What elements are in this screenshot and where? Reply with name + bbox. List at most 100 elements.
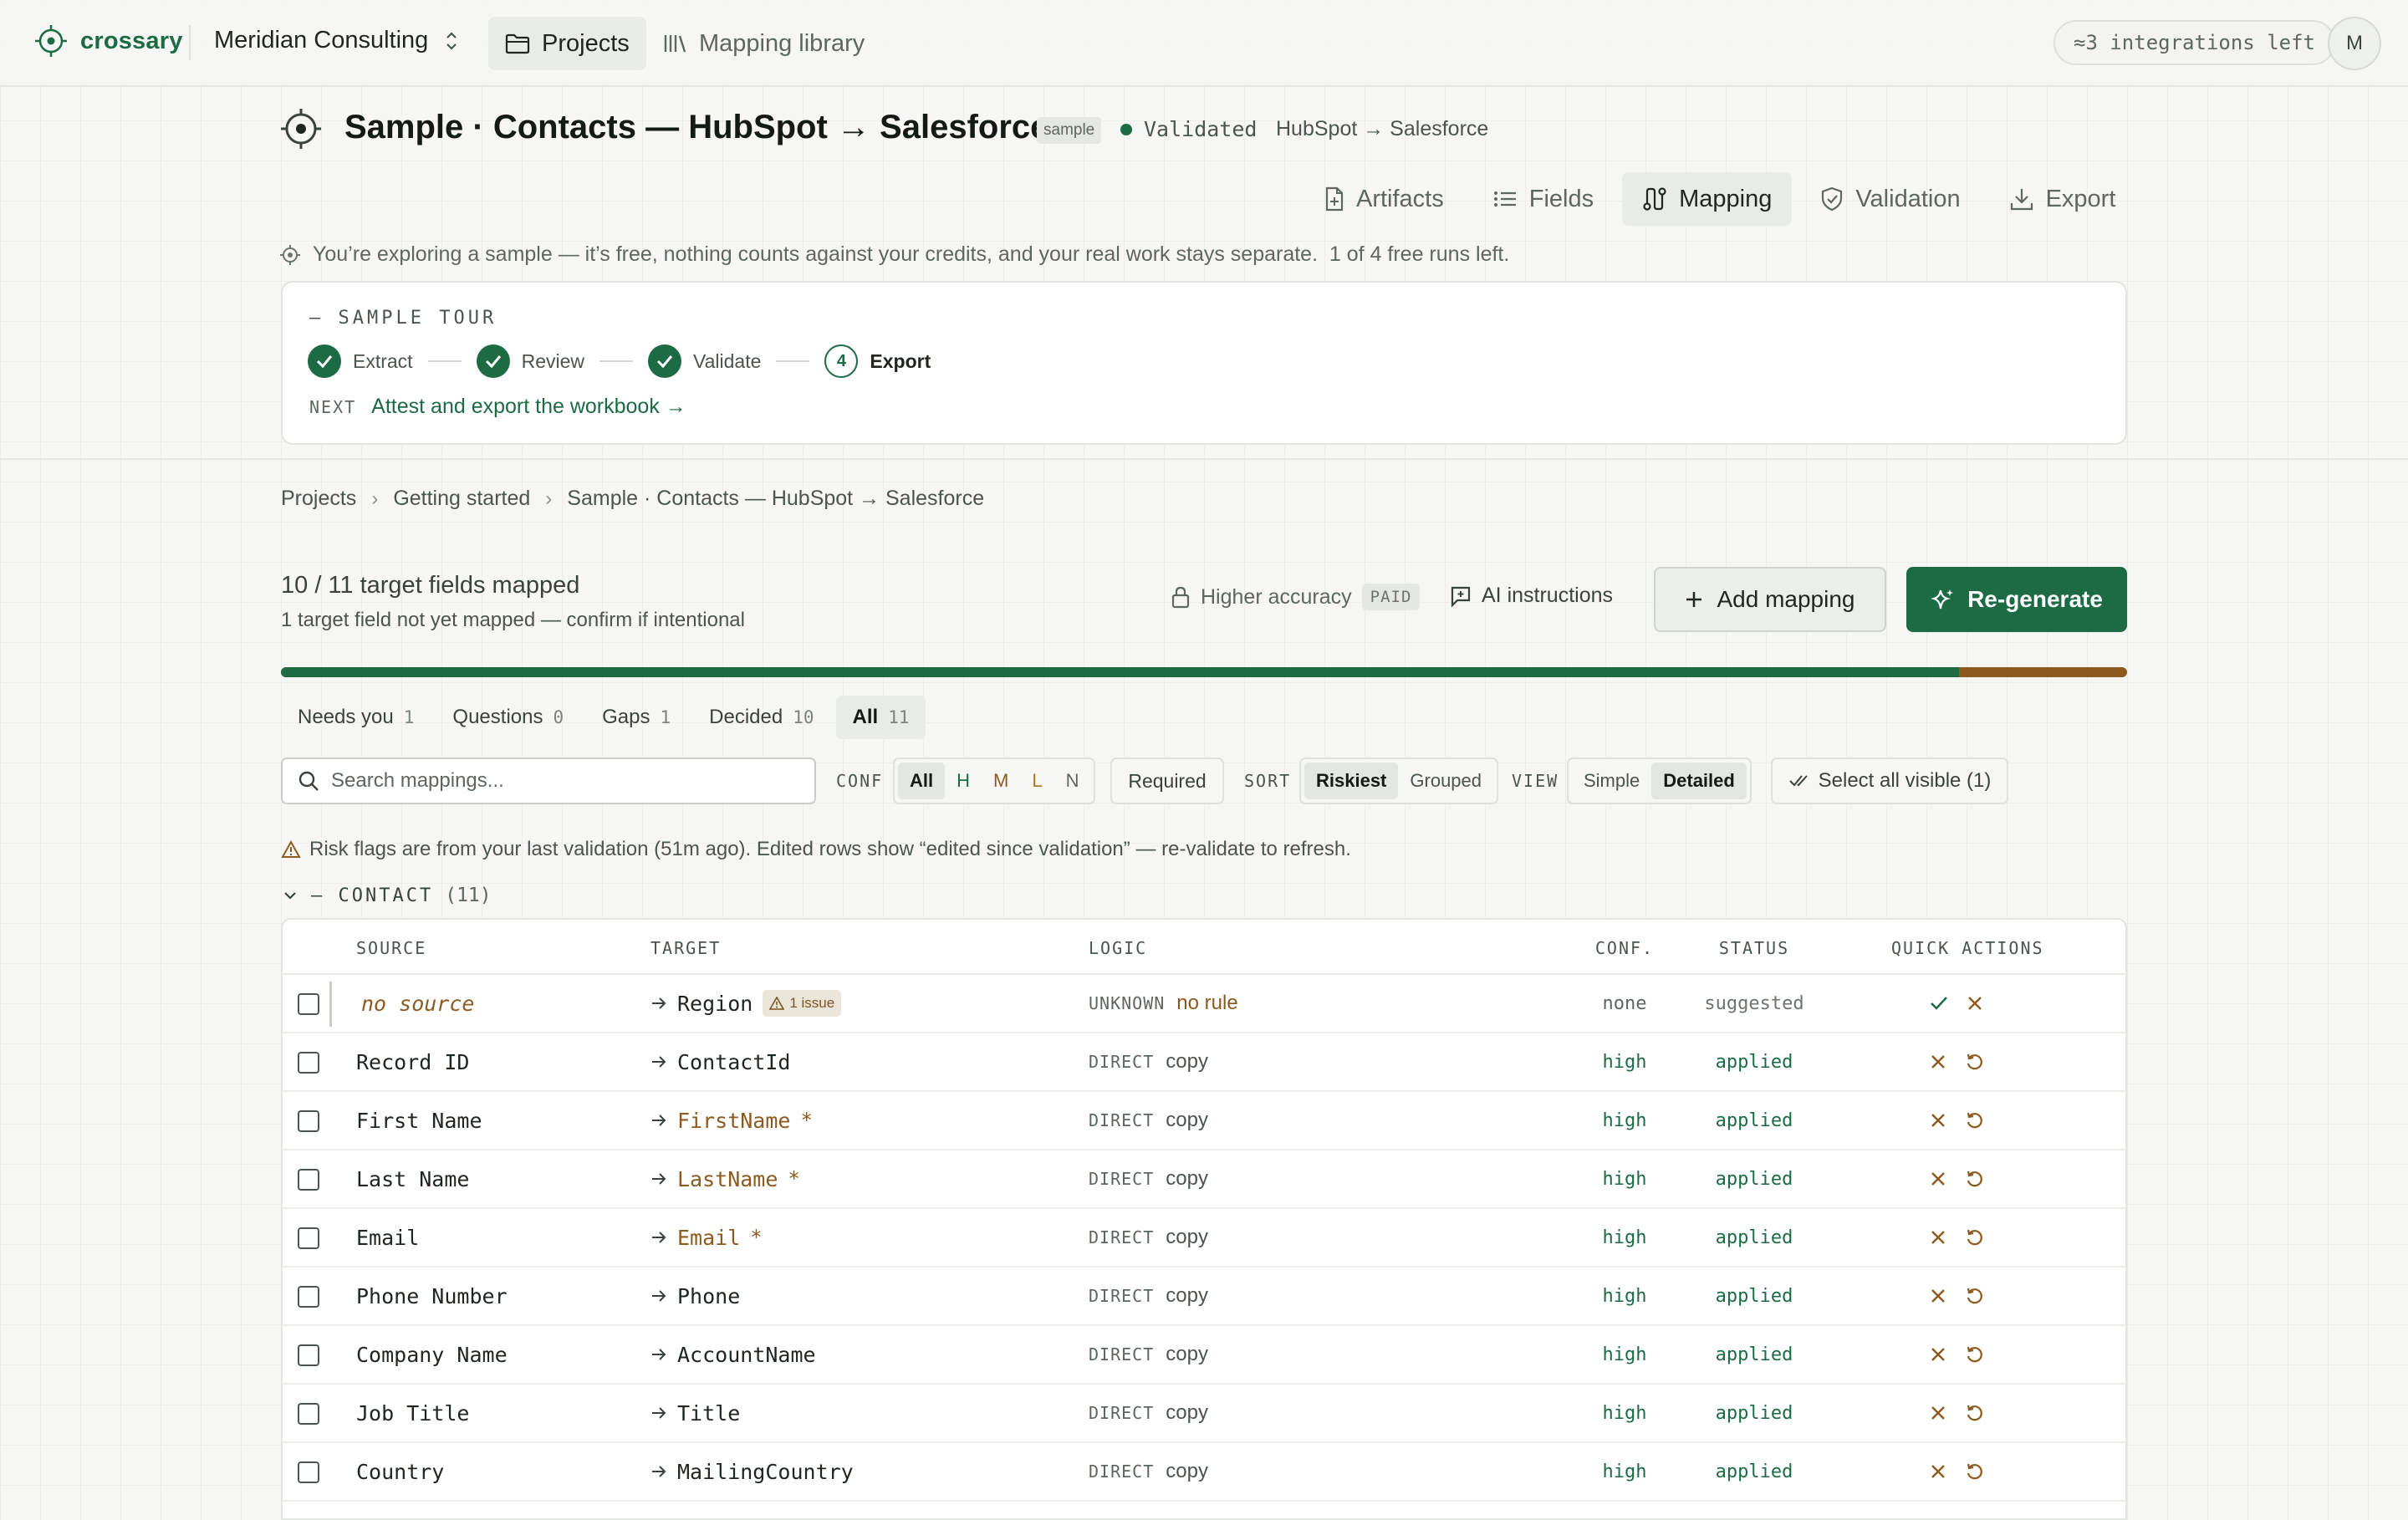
target-field: Region 1 issue [650,975,842,1032]
reject-x-icon[interactable] [1930,1112,1946,1129]
undo-icon[interactable] [1965,1227,1985,1247]
tour-step-review[interactable]: Review [476,344,584,378]
next-step-link[interactable]: Attest and export the workbook → [371,395,686,419]
conf-high[interactable]: H [945,763,982,799]
target-field: AccountName [650,1326,816,1383]
row-checkbox[interactable] [298,1169,319,1191]
undo-icon[interactable] [1965,1461,1985,1482]
filter-all[interactable]: All 11 [835,696,926,739]
undo-icon[interactable] [1965,1403,1985,1423]
source-field: Country [356,1459,445,1484]
status-badge: applied [1715,1227,1793,1248]
tour-step-export[interactable]: 4 Export [824,344,931,378]
arrow-right-icon [650,1288,667,1303]
validation-status: Validated [1120,117,1257,141]
target-field: FirstName * [650,1092,813,1149]
tab-fields[interactable]: Fields [1472,172,1614,226]
filter-label: Decided [709,706,783,728]
breadcrumb-getting-started[interactable]: Getting started [393,487,530,511]
tour-step-validate[interactable]: Validate [648,344,761,378]
reject-x-icon[interactable] [1967,995,1983,1012]
filter-gaps[interactable]: Gaps 1 [585,696,687,739]
logic-op: copy [1166,1050,1208,1073]
reject-x-icon[interactable] [1930,1229,1946,1246]
sort-riskiest[interactable]: Riskiest [1304,763,1399,799]
row-checkbox[interactable] [298,1461,319,1483]
table-row[interactable]: Record ID ContactId DIRECT copy high app… [283,1033,2125,1092]
table-row[interactable]: no source Region 1 issue UNKNOWN no rule… [283,975,2125,1033]
view-simple[interactable]: Simple [1572,763,1651,799]
tab-mapping[interactable]: Mapping [1622,172,1793,226]
row-checkbox[interactable] [298,1110,319,1132]
nav-mapping-library[interactable]: Mapping library [662,17,865,70]
table-row[interactable]: First Name FirstName * DIRECT copy high … [283,1092,2125,1150]
mapped-subtext: 1 target field not yet mapped — confirm … [281,609,745,631]
table-row[interactable]: Last Name LastName * DIRECT copy high ap… [283,1150,2125,1209]
double-check-icon [1788,773,1810,788]
group-header-contact[interactable]: — CONTACT (11) [281,885,492,906]
higher-accuracy-toggle[interactable]: Higher accuracy PAID [1171,584,1421,610]
table-row[interactable]: Email Email * DIRECT copy high applied [283,1209,2125,1268]
conf-all[interactable]: All [898,763,946,799]
tour-step-extract[interactable]: Extract [308,344,413,378]
conf-medium[interactable]: M [982,763,1020,799]
confidence: high [1602,1285,1647,1307]
add-mapping-button[interactable]: Add mapping [1654,567,1886,632]
row-checkbox[interactable] [298,1227,319,1249]
logic-cell: UNKNOWN no rule [1089,975,1238,1032]
filter-label: Gaps [602,706,650,728]
issue-badge[interactable]: 1 issue [763,990,842,1017]
accept-check-icon[interactable] [1930,995,1948,1012]
ai-instructions-button[interactable]: AI instructions [1450,584,1613,608]
tab-export[interactable]: Export [1989,172,2136,226]
view-detailed[interactable]: Detailed [1651,763,1747,799]
row-checkbox[interactable] [298,1286,319,1308]
regenerate-button[interactable]: Re-generate [1906,567,2127,632]
select-all-visible-button[interactable]: Select all visible (1) [1771,757,2008,804]
tab-artifacts[interactable]: Artifacts [1304,172,1464,226]
filter-label: Questions [452,706,543,728]
row-checkbox[interactable] [298,1344,319,1366]
required-filter-button[interactable]: Required [1110,757,1224,804]
source-field: Record ID [356,1049,470,1074]
avatar[interactable]: M [2328,17,2381,70]
logic-kind: DIRECT [1089,1169,1155,1189]
conf-none[interactable]: N [1054,763,1091,799]
reject-x-icon[interactable] [1930,1288,1946,1304]
reject-x-icon[interactable] [1930,1053,1946,1070]
step-connector [427,360,462,362]
reject-x-icon[interactable] [1930,1171,1946,1187]
brand[interactable]: crossary [33,23,183,59]
integrations-left-badge[interactable]: ≈3 integrations left [2053,20,2335,65]
reject-x-icon[interactable] [1930,1463,1946,1480]
sort-grouped[interactable]: Grouped [1398,763,1493,799]
undo-icon[interactable] [1965,1110,1985,1130]
undo-icon[interactable] [1965,1344,1985,1364]
workspace-switcher[interactable]: Meridian Consulting [214,27,460,54]
breadcrumb-projects[interactable]: Projects [281,487,356,511]
undo-icon[interactable] [1965,1286,1985,1306]
status-badge: applied [1715,1461,1793,1482]
table-row[interactable]: Company Name AccountName DIRECT copy hig… [283,1326,2125,1385]
table-row[interactable]: Phone Number Phone DIRECT copy high appl… [283,1268,2125,1326]
undo-icon[interactable] [1965,1169,1985,1189]
filter-questions[interactable]: Questions 0 [436,696,580,739]
row-checkbox[interactable] [298,1052,319,1074]
filter-needs-you[interactable]: Needs you 1 [281,696,431,739]
row-checkbox[interactable] [298,1403,319,1425]
reject-x-icon[interactable] [1930,1405,1946,1421]
reject-x-icon[interactable] [1930,1346,1946,1363]
step-connector [599,360,633,362]
table-row[interactable]: Job Title Title DIRECT copy high applied [283,1385,2125,1443]
search-input[interactable] [331,769,799,793]
undo-icon[interactable] [1965,1052,1985,1072]
nav-projects[interactable]: Projects [488,17,646,70]
row-checkbox[interactable] [298,993,319,1015]
tab-validation[interactable]: Validation [1800,172,1980,226]
filter-decided[interactable]: Decided 10 [692,696,830,739]
conf-low[interactable]: L [1020,763,1054,799]
table-row[interactable]: Country MailingCountry DIRECT copy high … [283,1443,2125,1502]
logic-op: copy [1166,1284,1208,1307]
group-name: — CONTACT [311,885,434,906]
chevron-up-down-icon [443,30,460,52]
